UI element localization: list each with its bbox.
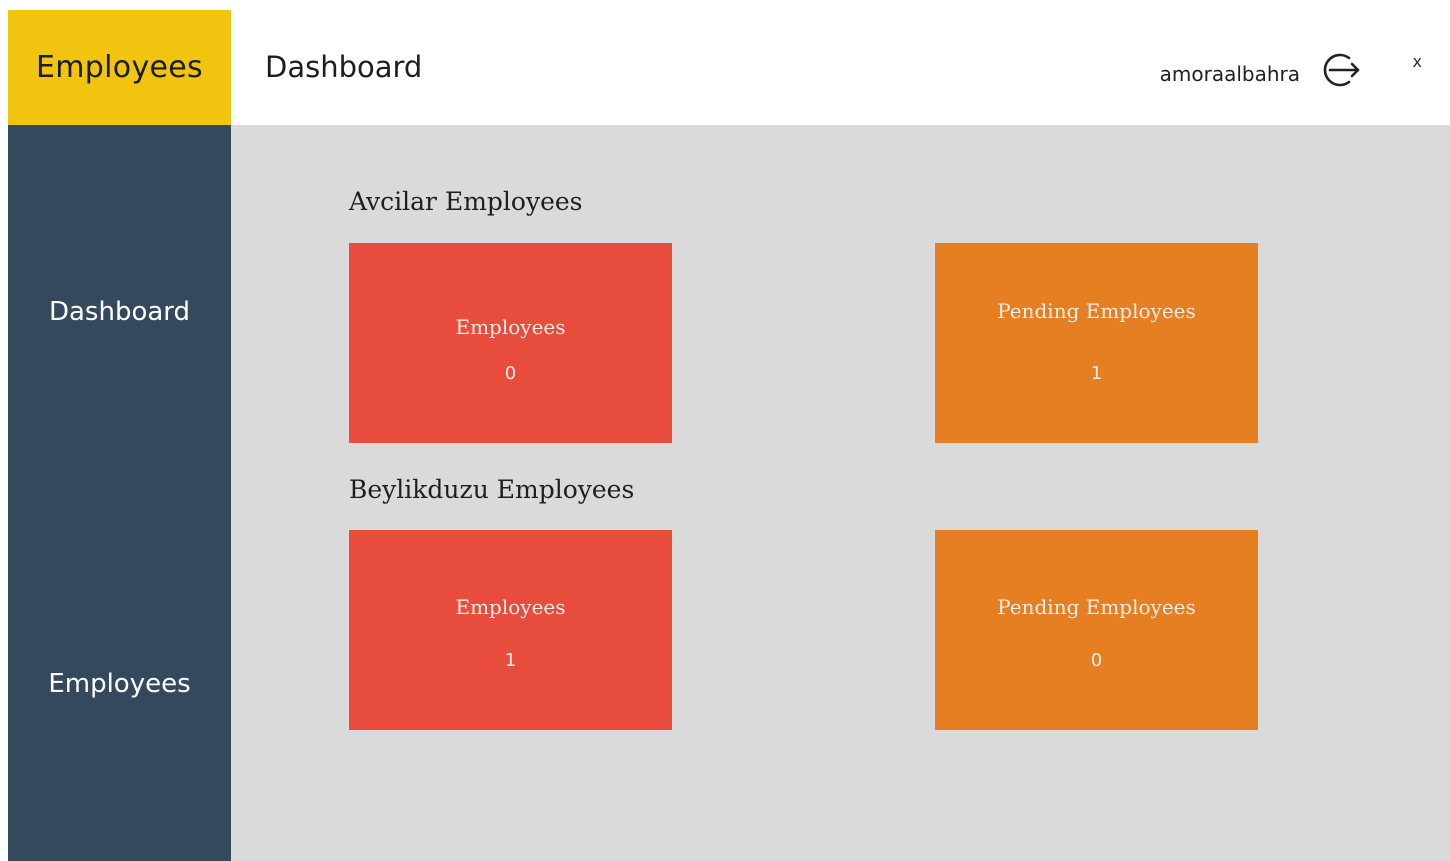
section-title-avcilar: Avcilar Employees xyxy=(349,187,583,216)
card-value: 1 xyxy=(1090,363,1103,384)
avcilar-pending-employees-card[interactable]: Pending Employees 1 xyxy=(935,243,1258,443)
section-title-beylikduzu: Beylikduzu Employees xyxy=(349,475,635,504)
app-window: Employees Dashboard amoraalbahra x Dashb… xyxy=(8,10,1450,861)
card-value: 0 xyxy=(1090,650,1103,671)
logout-button[interactable] xyxy=(1318,49,1366,91)
sidebar-item-dashboard[interactable]: Dashboard xyxy=(8,297,231,327)
close-button[interactable]: x xyxy=(1413,52,1422,71)
beylikduzu-employees-card[interactable]: Employees 1 xyxy=(349,530,672,730)
sidebar-item-employees[interactable]: Employees xyxy=(8,669,231,699)
card-label: Employees xyxy=(455,315,566,339)
avcilar-employees-card[interactable]: Employees 0 xyxy=(349,243,672,443)
card-value: 1 xyxy=(504,650,517,671)
card-label: Employees xyxy=(455,595,566,619)
beylikduzu-pending-employees-card[interactable]: Pending Employees 0 xyxy=(935,530,1258,730)
main-content: Avcilar Employees Employees 0 Pending Em… xyxy=(231,125,1450,861)
brand-title: Employees xyxy=(8,10,231,125)
card-label: Pending Employees xyxy=(997,595,1196,619)
username-label: amoraalbahra xyxy=(1159,62,1300,86)
logout-icon xyxy=(1323,53,1360,87)
sidebar: Dashboard Employees xyxy=(8,125,231,861)
page-title: Dashboard xyxy=(265,50,423,84)
card-label: Pending Employees xyxy=(997,299,1196,323)
card-value: 0 xyxy=(504,363,517,384)
top-bar: Dashboard amoraalbahra x xyxy=(231,10,1450,125)
